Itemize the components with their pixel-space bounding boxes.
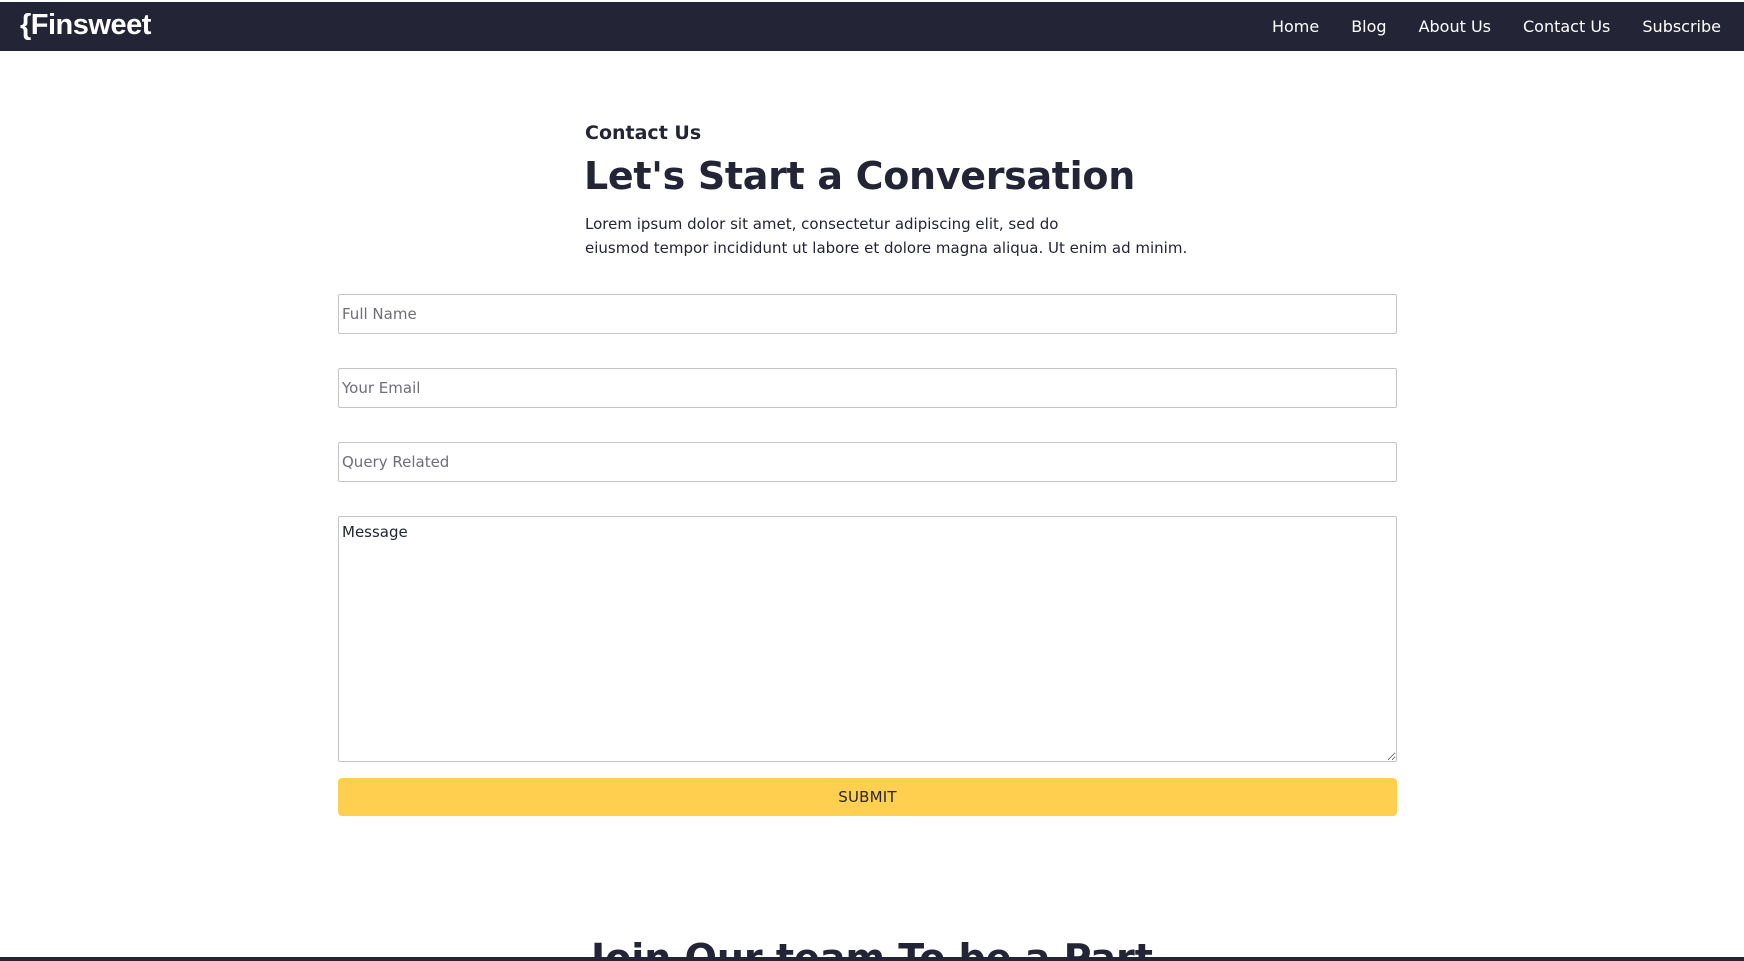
query-related-input[interactable] bbox=[338, 442, 1397, 482]
top-navbar: {Finsweet Home Blog About Us Contact Us … bbox=[0, 2, 1744, 51]
message-textarea[interactable] bbox=[338, 516, 1397, 762]
brand-logo[interactable]: {Finsweet bbox=[20, 9, 151, 42]
intro-line-2: eiusmod tempor incididunt ut labore et d… bbox=[585, 239, 1188, 257]
contact-page: {Finsweet Home Blog About Us Contact Us … bbox=[0, 0, 1744, 961]
nav-link-about-us[interactable]: About Us bbox=[1419, 17, 1491, 36]
bottom-divider bbox=[0, 957, 1744, 961]
page-title: Let's Start a Conversation bbox=[584, 154, 1135, 198]
nav-link-blog[interactable]: Blog bbox=[1351, 17, 1386, 36]
nav-link-subscribe[interactable]: Subscribe bbox=[1642, 17, 1721, 36]
nav-links: Home Blog About Us Contact Us Subscribe bbox=[1272, 2, 1721, 51]
email-input[interactable] bbox=[338, 368, 1397, 408]
intro-paragraph: Lorem ipsum dolor sit amet, consectetur … bbox=[585, 212, 1205, 260]
section-eyebrow: Contact Us bbox=[585, 122, 702, 144]
intro-line-1: Lorem ipsum dolor sit amet, consectetur … bbox=[585, 215, 1059, 233]
submit-button[interactable]: SUBMIT bbox=[338, 778, 1397, 816]
full-name-input[interactable] bbox=[338, 294, 1397, 334]
nav-link-home[interactable]: Home bbox=[1272, 17, 1319, 36]
nav-link-contact-us[interactable]: Contact Us bbox=[1523, 17, 1610, 36]
